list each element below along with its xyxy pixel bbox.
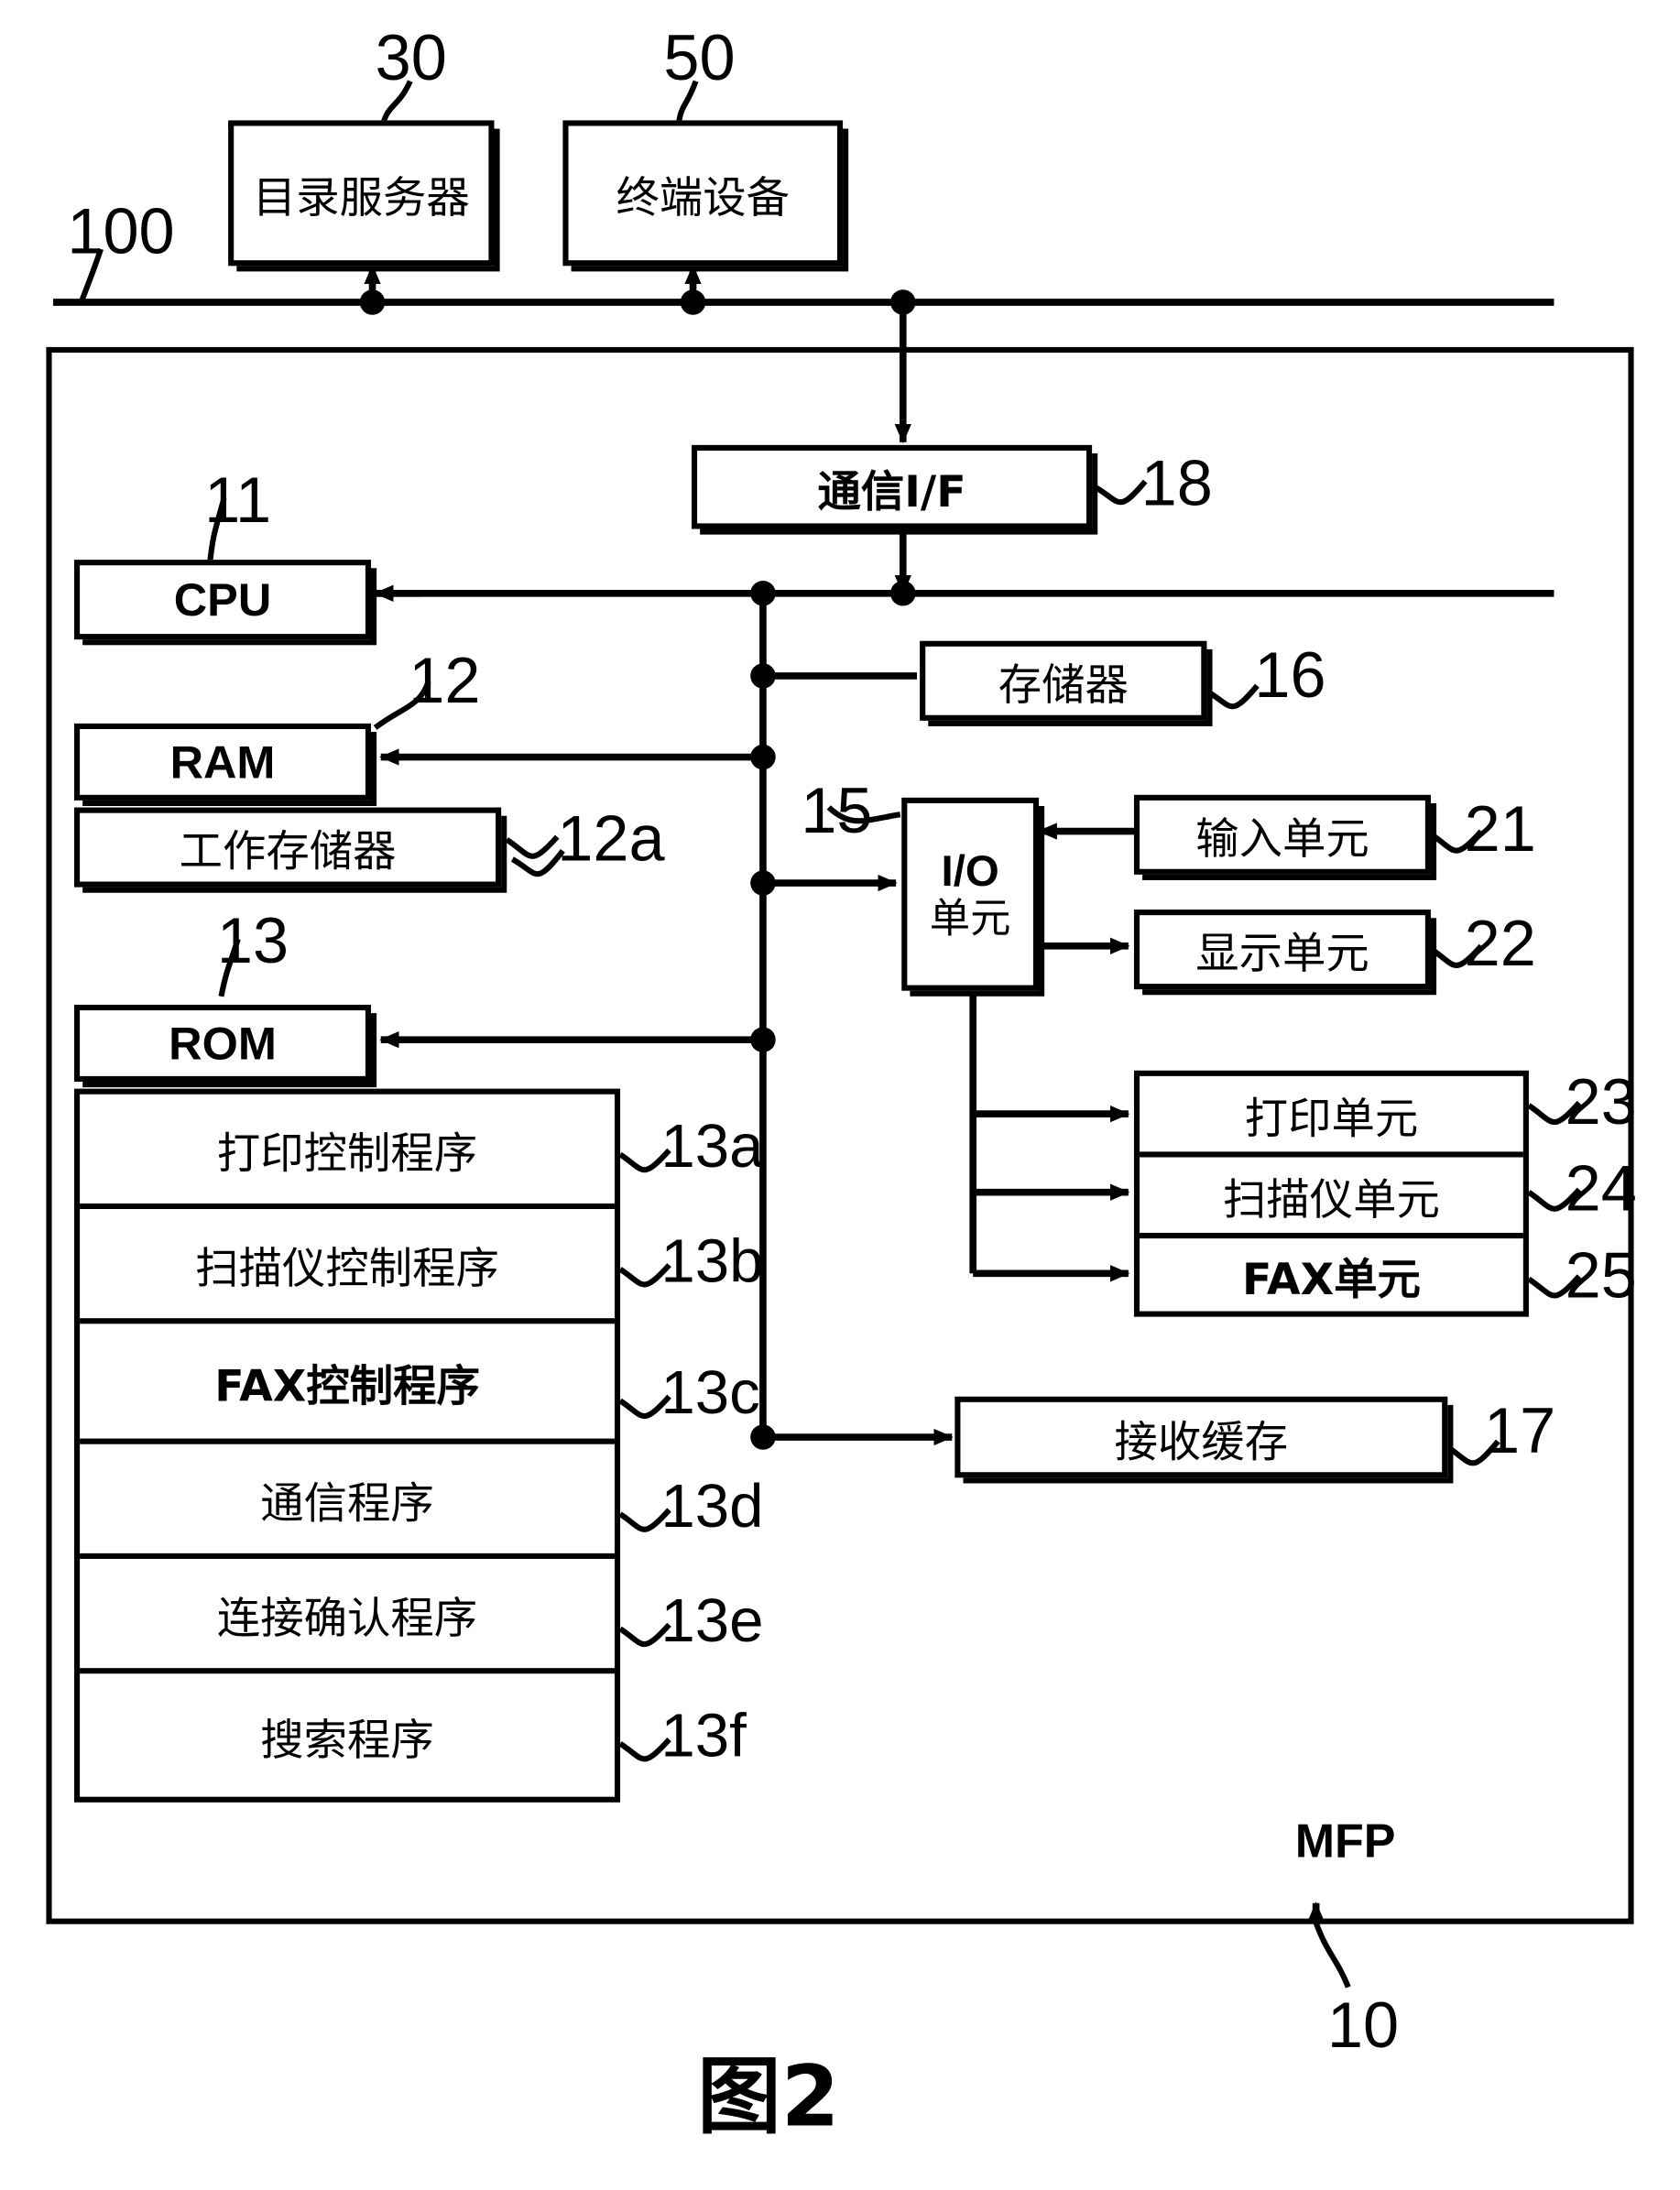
rom-program-item: 扫描仪控制程序 (80, 1209, 615, 1324)
scanner-unit-label: 扫描仪单元 (1222, 1174, 1440, 1226)
print-unit-label: 打印单元 (1244, 1093, 1419, 1144)
ref-11: 11 (204, 463, 272, 537)
ram-label: RAM (169, 735, 276, 788)
work-memory-label: 工作存储器 (179, 826, 397, 877)
mfp-label: MFP (1294, 1814, 1396, 1869)
display-unit-label: 显示单元 (1195, 929, 1369, 980)
ref-12a: 12a (557, 801, 665, 875)
cpu-label: CPU (173, 572, 272, 626)
rom-program-item: 打印控制程序 (80, 1095, 615, 1210)
node-terminal-device-label: 终端设备 (616, 172, 790, 223)
node-directory-server-label: 目录服务器 (252, 172, 470, 223)
ref-100-system: 100 (67, 194, 175, 267)
rom-label: ROM (169, 1016, 277, 1069)
ref-30: 30 (375, 20, 447, 94)
engine-unit-item: 扫描仪单元 (1140, 1157, 1523, 1239)
io-unit-box: I/O 单元 (901, 797, 1040, 991)
rom-program-item: 搜索程序 (80, 1673, 615, 1796)
receive-buffer-label: 接收缓存 (1114, 1416, 1289, 1467)
figure-caption: 图2 (697, 2048, 840, 2147)
rom-program-label: 扫描仪控制程序 (195, 1243, 499, 1294)
comm-if-label: 通信I/F (817, 466, 966, 518)
ref-13: 13 (216, 903, 289, 977)
ref-13b: 13b (660, 1226, 764, 1296)
io-unit-label-line1: I/O (941, 845, 999, 896)
work-memory-box: 工作存储器 (74, 807, 502, 888)
ref-50: 50 (663, 20, 736, 94)
ref-24: 24 (1565, 1151, 1637, 1225)
io-unit-label-line2: 单元 (929, 894, 1011, 942)
ref-13d: 13d (660, 1472, 764, 1542)
ref-16: 16 (1254, 637, 1326, 712)
storage-box: 存储器 (920, 640, 1207, 721)
input-unit-box: 输入单元 (1133, 794, 1431, 875)
ref-17: 17 (1484, 1393, 1556, 1467)
ram-box: RAM (74, 723, 372, 801)
ref-13a: 13a (660, 1112, 764, 1182)
ref-25: 25 (1565, 1238, 1637, 1312)
rom-program-item: 连接确认程序 (80, 1559, 615, 1674)
patent-figure: 目录服务器 30 终端设备 50 100 MFP 10 通信I/F 18 CPU… (0, 0, 1680, 2190)
display-unit-box: 显示单元 (1133, 910, 1431, 990)
input-unit-label: 输入单元 (1195, 814, 1369, 866)
cpu-box: CPU (74, 560, 372, 640)
engine-unit-item: 打印单元 (1140, 1076, 1523, 1158)
rom-program-label: 连接确认程序 (216, 1593, 478, 1644)
rom-program-label: FAX控制程序 (214, 1360, 480, 1411)
ref-23: 23 (1565, 1064, 1637, 1139)
fax-unit-label: FAX单元 (1241, 1254, 1421, 1305)
rom-program-item: FAX控制程序 (80, 1324, 615, 1444)
ref-21: 21 (1464, 791, 1536, 866)
ref-18: 18 (1140, 446, 1213, 519)
storage-label: 存储器 (998, 660, 1129, 712)
rom-box: ROM (74, 1004, 372, 1082)
ref-13f: 13f (660, 1701, 747, 1771)
rom-program-item: 通信程序 (80, 1444, 615, 1559)
rom-program-label: 打印控制程序 (216, 1128, 478, 1180)
ref-10-mfp: 10 (1326, 1988, 1400, 2062)
ref-15: 15 (801, 773, 873, 847)
rom-program-list: 打印控制程序 扫描仪控制程序 FAX控制程序 通信程序 连接确认程序 搜索程序 (74, 1088, 621, 1803)
comm-if-box: 通信I/F (691, 444, 1093, 529)
node-directory-server: 目录服务器 (228, 120, 495, 267)
ref-13c: 13c (660, 1358, 760, 1428)
ref-12: 12 (409, 643, 481, 717)
rom-program-label: 通信程序 (260, 1478, 434, 1530)
ref-13e: 13e (660, 1586, 764, 1656)
engine-unit-item: FAX单元 (1140, 1238, 1523, 1311)
receive-buffer-box: 接收缓存 (955, 1396, 1448, 1478)
rom-program-label: 搜索程序 (260, 1715, 434, 1766)
ref-22: 22 (1464, 907, 1536, 980)
engine-unit-list: 打印单元 扫描仪单元 FAX单元 (1133, 1070, 1529, 1317)
node-terminal-device: 终端设备 (562, 120, 844, 267)
